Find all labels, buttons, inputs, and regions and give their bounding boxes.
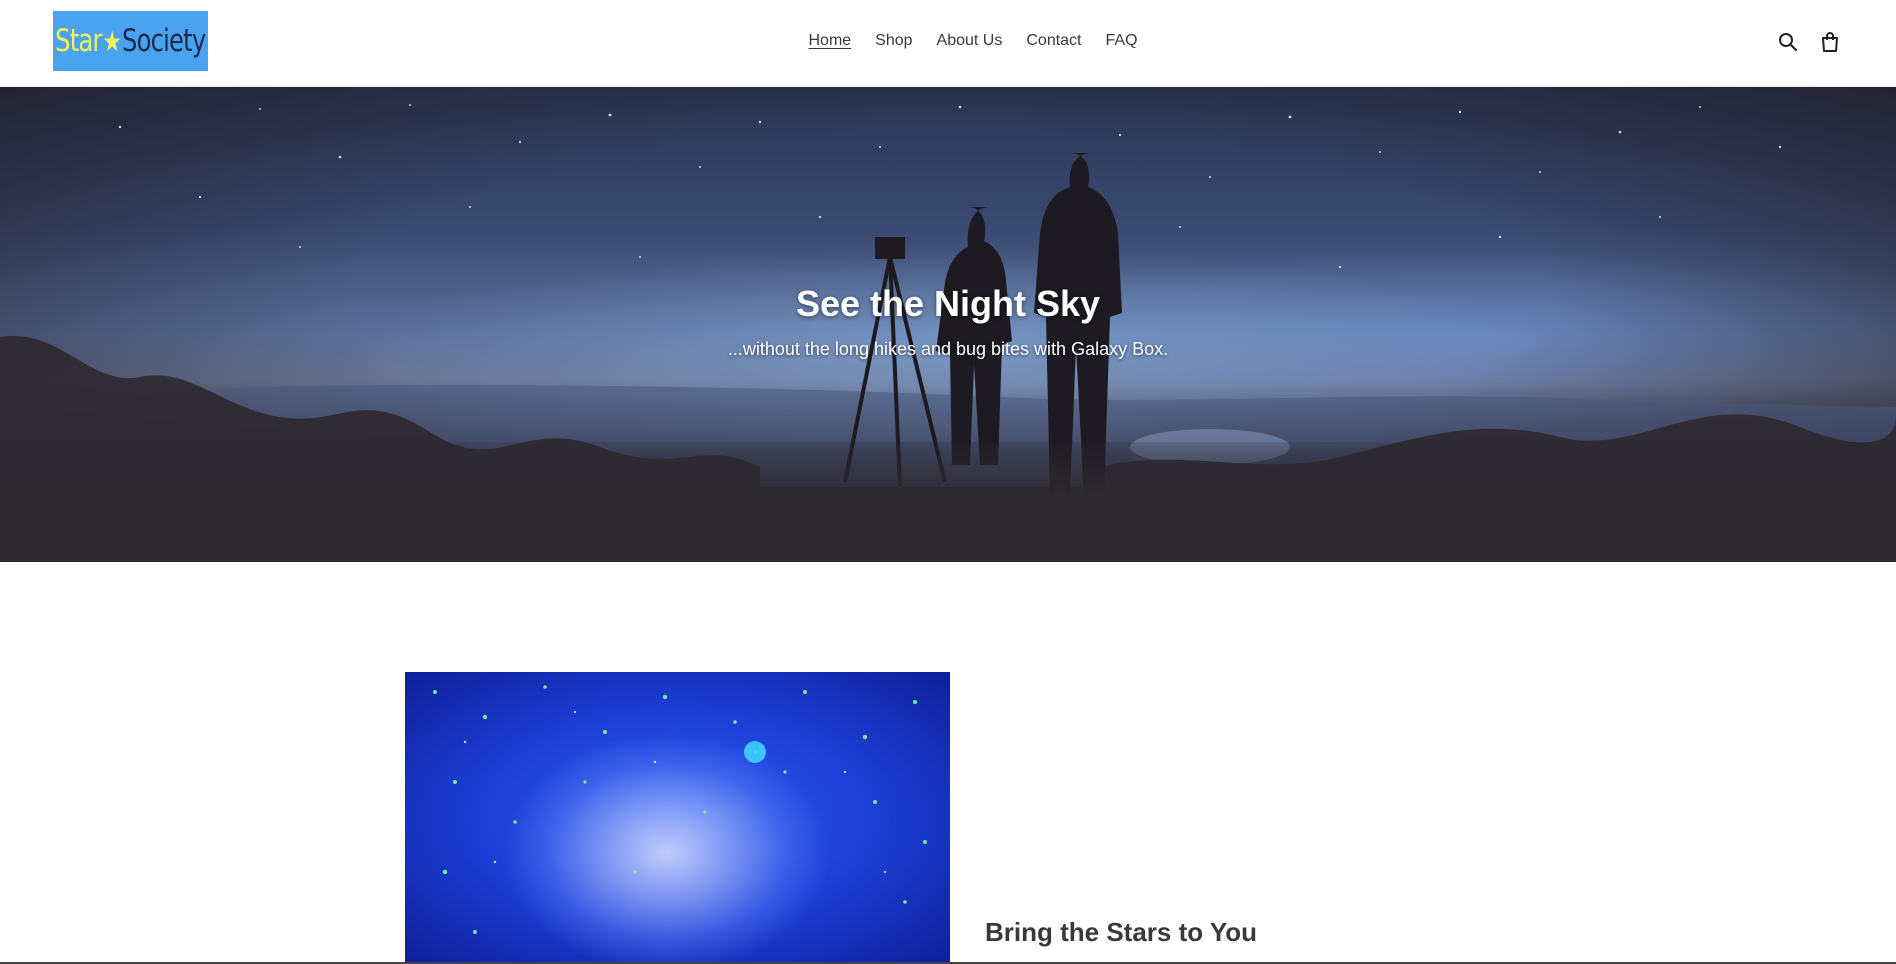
hero-text: See the Night Sky ...without the long hi… [0, 283, 1896, 360]
hero-subtitle: ...without the long hikes and bug bites … [727, 339, 1169, 359]
main-nav: Home Shop About Us Contact FAQ [0, 31, 1896, 51]
site-header: Star★Society Home Shop About Us Contact … [0, 0, 1896, 87]
nav-link-faq[interactable]: FAQ [1094, 31, 1150, 51]
nav-link-shop[interactable]: Shop [863, 31, 924, 51]
galaxy-projector-image [405, 672, 950, 964]
hero-banner: See the Night Sky ...without the long hi… [0, 87, 1896, 562]
nav-link-contact[interactable]: Contact [1014, 31, 1093, 51]
nav-link-about-us[interactable]: About Us [925, 31, 1015, 51]
header-actions [1776, 30, 1842, 54]
galaxy-stars [433, 685, 927, 934]
hero-ground [0, 442, 1896, 562]
cart-icon[interactable] [1818, 30, 1842, 54]
search-icon[interactable] [1776, 30, 1800, 54]
nav-link-home[interactable]: Home [796, 31, 863, 51]
hero-title: See the Night Sky [795, 283, 1101, 324]
feature-heading: Bring the Stars to You [985, 917, 1258, 947]
